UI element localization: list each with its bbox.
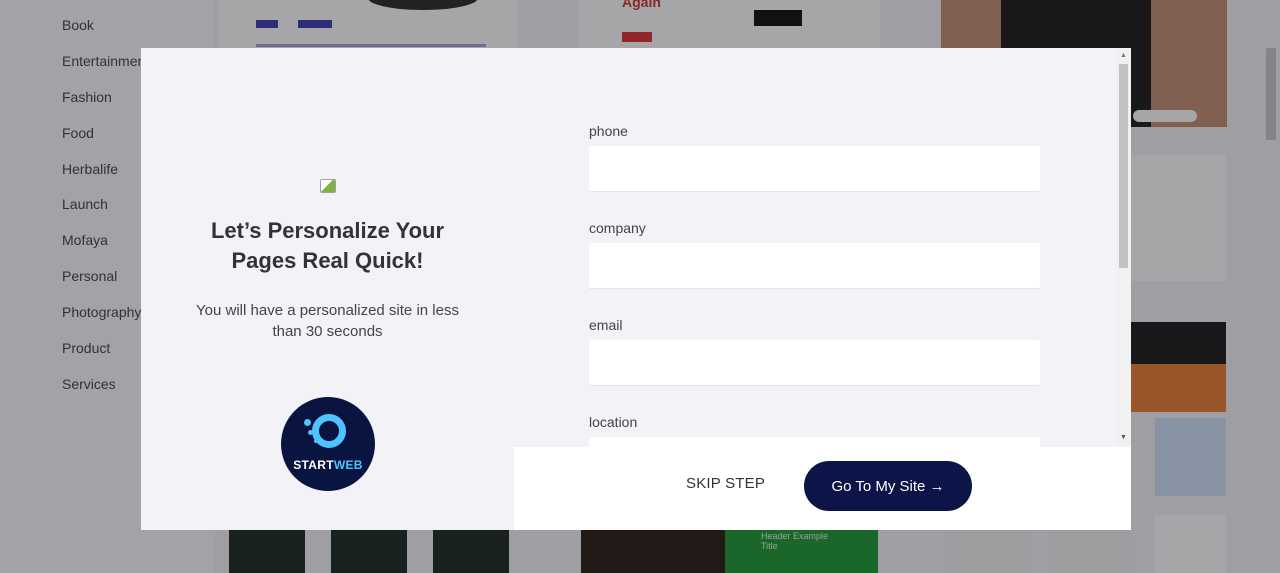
modal-headline: Let’s Personalize Your Pages Real Quick! (141, 216, 514, 276)
headline-line-1: Let’s Personalize Your (210, 218, 445, 243)
headline-line-2: Pages Real Quick! (231, 248, 424, 273)
phone-label: phone (589, 123, 628, 139)
email-label: email (589, 317, 623, 333)
scroll-down-arrow-icon[interactable]: ▼ (1116, 432, 1131, 444)
modal-subtext: You will have a personalized site in les… (196, 302, 459, 340)
logo-dot (304, 419, 311, 426)
company-label: company (589, 220, 646, 236)
personalize-modal: Let’s Personalize Your Pages Real Quick!… (141, 48, 1131, 530)
modal-intro-panel: Let’s Personalize Your Pages Real Quick!… (141, 48, 514, 530)
company-field[interactable] (589, 243, 1040, 289)
logo-dot (308, 430, 313, 435)
modal-footer: SKIP STEP Go To My Site → (514, 447, 1131, 530)
logo-ring-icon (312, 414, 346, 448)
broken-image-icon (320, 179, 336, 193)
logo-wordmark: STARTWEB (293, 458, 363, 472)
email-field[interactable] (589, 340, 1040, 386)
scroll-up-arrow-icon[interactable]: ▲ (1116, 50, 1131, 62)
scrollbar-thumb[interactable] (1119, 64, 1128, 268)
logo-dot (314, 439, 318, 443)
go-to-my-site-button[interactable]: Go To My Site → (804, 461, 972, 511)
personalize-form: phone company email location (589, 48, 1040, 483)
skip-step-button[interactable]: SKIP STEP (686, 475, 765, 492)
location-label: location (589, 414, 638, 430)
phone-field[interactable] (589, 146, 1040, 192)
startweb-logo: STARTWEB (281, 397, 375, 491)
form-scrollbar[interactable]: ▲ ▼ (1116, 48, 1131, 448)
